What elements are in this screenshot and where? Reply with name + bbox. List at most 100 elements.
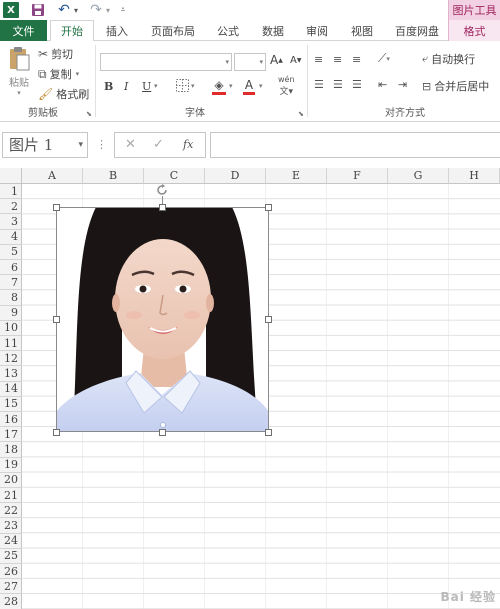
phonetic-button[interactable]: wén 文▾ [278, 75, 295, 97]
insert-function-icon[interactable]: fx [183, 138, 193, 151]
column-header[interactable]: D [205, 168, 266, 184]
resize-handle-left[interactable] [53, 316, 60, 323]
column-header[interactable]: A [22, 168, 83, 184]
excel-logo-icon[interactable]: X [3, 2, 19, 18]
underline-button[interactable]: U [142, 80, 151, 93]
resize-handle-top[interactable] [159, 204, 166, 211]
customize-qat-icon[interactable]: ⩡ [118, 2, 128, 18]
column-header[interactable]: H [449, 168, 500, 184]
cancel-icon[interactable]: ✕ [125, 137, 136, 152]
undo-dropdown-icon[interactable]: ▾ [72, 2, 80, 18]
row-header[interactable]: 12 [0, 351, 22, 367]
tab-view[interactable]: 视图 [342, 20, 382, 41]
tab-file[interactable]: 文件 [0, 20, 47, 41]
column-header[interactable]: F [327, 168, 388, 184]
align-bottom-icon[interactable]: ≡ [352, 53, 361, 66]
row-header[interactable]: 17 [0, 427, 22, 443]
undo-icon[interactable]: ↶ [56, 2, 72, 18]
redo-icon[interactable]: ↷ [88, 2, 104, 18]
formula-input[interactable] [210, 132, 500, 158]
row-header[interactable]: 11 [0, 336, 22, 352]
row-header[interactable]: 4 [0, 229, 22, 245]
font-color-button[interactable]: A [243, 78, 255, 95]
row-header[interactable]: 10 [0, 320, 22, 336]
row-header[interactable]: 16 [0, 412, 22, 428]
resize-handle-bottom-left[interactable] [53, 429, 60, 436]
tab-formulas[interactable]: 公式 [208, 20, 248, 41]
row-header[interactable]: 23 [0, 518, 22, 534]
resize-handle-bottom[interactable] [159, 429, 166, 436]
select-all-corner[interactable] [0, 168, 22, 184]
row-header[interactable]: 22 [0, 503, 22, 519]
grow-font-button[interactable]: A ▲ [270, 53, 283, 67]
row-header[interactable]: 18 [0, 442, 22, 458]
tab-insert[interactable]: 插入 [97, 20, 137, 41]
column-header[interactable]: E [266, 168, 327, 184]
tab-page-layout[interactable]: 页面布局 [143, 20, 203, 41]
align-top-icon[interactable]: ≡ [314, 53, 323, 66]
row-header[interactable]: 19 [0, 457, 22, 473]
row-header[interactable]: 25 [0, 548, 22, 564]
row-header[interactable]: 28 [0, 594, 22, 609]
tab-home[interactable]: 开始 [50, 20, 94, 42]
row-header[interactable]: 15 [0, 396, 22, 412]
row-header[interactable]: 8 [0, 290, 22, 306]
row-header[interactable]: 14 [0, 381, 22, 397]
tab-review[interactable]: 审阅 [297, 20, 337, 41]
merge-center-button[interactable]: ⊟ 合并后居中 [422, 78, 489, 94]
format-painter-button[interactable]: 🖌 格式刷 [38, 86, 89, 102]
borders-button[interactable]: ▾ [176, 79, 195, 92]
font-size-combo[interactable]: ▾ [234, 53, 266, 71]
row-header[interactable]: 24 [0, 533, 22, 549]
italic-button[interactable]: I [124, 80, 128, 93]
column-header[interactable]: C [144, 168, 205, 184]
fill-color-button[interactable]: ◈ [212, 78, 226, 95]
rotate-handle-icon[interactable] [156, 184, 168, 196]
resize-handle-right[interactable] [265, 316, 272, 323]
align-left-icon[interactable]: ☰ [314, 78, 324, 91]
row-header[interactable]: 5 [0, 244, 22, 260]
fill-color-dropdown-icon[interactable]: ▾ [229, 82, 233, 90]
wrap-text-button[interactable]: ⤶ 自动换行 [422, 51, 475, 67]
row-header[interactable]: 26 [0, 564, 22, 580]
font-name-combo[interactable]: ▾ [100, 53, 232, 71]
align-middle-icon[interactable]: ≡ [333, 53, 342, 66]
bold-button[interactable]: B [104, 80, 113, 93]
name-box[interactable]: 图片 1 ▾ [2, 132, 88, 158]
row-header[interactable]: 9 [0, 305, 22, 321]
enter-icon[interactable]: ✓ [153, 137, 164, 152]
font-launcher-icon[interactable]: ⬊ [298, 110, 304, 118]
row-header[interactable]: 20 [0, 472, 22, 488]
paste-button[interactable]: 粘贴 ▾ [4, 46, 34, 104]
save-icon[interactable] [30, 2, 46, 18]
clipboard-launcher-icon[interactable]: ⬊ [86, 110, 92, 118]
resize-handle-bottom-right[interactable] [265, 429, 272, 436]
cut-button[interactable]: ✂ 剪切 [38, 46, 73, 62]
resize-handle-top-right[interactable] [265, 204, 272, 211]
shrink-font-button[interactable]: A ▼ [290, 55, 301, 66]
align-center-icon[interactable]: ☰ [333, 78, 343, 91]
formula-bar-grip-icon[interactable]: ⋮ [96, 138, 107, 151]
row-header[interactable]: 21 [0, 488, 22, 504]
column-header[interactable]: G [388, 168, 449, 184]
font-color-dropdown-icon[interactable]: ▾ [259, 82, 263, 90]
row-header[interactable]: 13 [0, 366, 22, 382]
resize-handle-top-left[interactable] [53, 204, 60, 211]
row-header[interactable]: 2 [0, 199, 22, 215]
underline-dropdown-icon[interactable]: ▾ [154, 82, 158, 90]
column-header[interactable]: B [83, 168, 144, 184]
decrease-indent-icon[interactable]: ⇤ [378, 78, 387, 91]
tab-baidu-netdisk[interactable]: 百度网盘 [387, 20, 447, 41]
increase-indent-icon[interactable]: ⇥ [398, 78, 407, 91]
picture-1[interactable] [56, 207, 269, 432]
align-right-icon[interactable]: ☰ [352, 78, 362, 91]
tab-data[interactable]: 数据 [253, 20, 293, 41]
row-header[interactable]: 6 [0, 260, 22, 276]
row-header[interactable]: 27 [0, 579, 22, 595]
copy-button[interactable]: ⧉ 复制 ▾ [38, 66, 79, 82]
redo-dropdown-icon[interactable]: ▾ [104, 2, 112, 18]
tab-format[interactable]: 格式 [448, 20, 500, 41]
row-header[interactable]: 1 [0, 184, 22, 200]
row-header[interactable]: 7 [0, 275, 22, 291]
orientation-icon[interactable]: ⟋ ▾ [378, 51, 390, 66]
